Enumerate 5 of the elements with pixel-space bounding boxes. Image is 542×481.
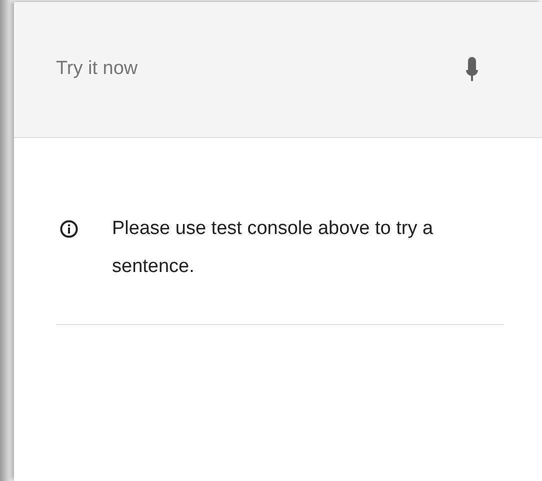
info-icon xyxy=(60,220,78,238)
info-message: Please use test console above to try a sentence. xyxy=(112,217,434,279)
microphone-icon[interactable] xyxy=(465,56,479,82)
input-field[interactable]: Try it now xyxy=(56,55,465,84)
input-bar[interactable]: Try it now xyxy=(14,2,542,138)
